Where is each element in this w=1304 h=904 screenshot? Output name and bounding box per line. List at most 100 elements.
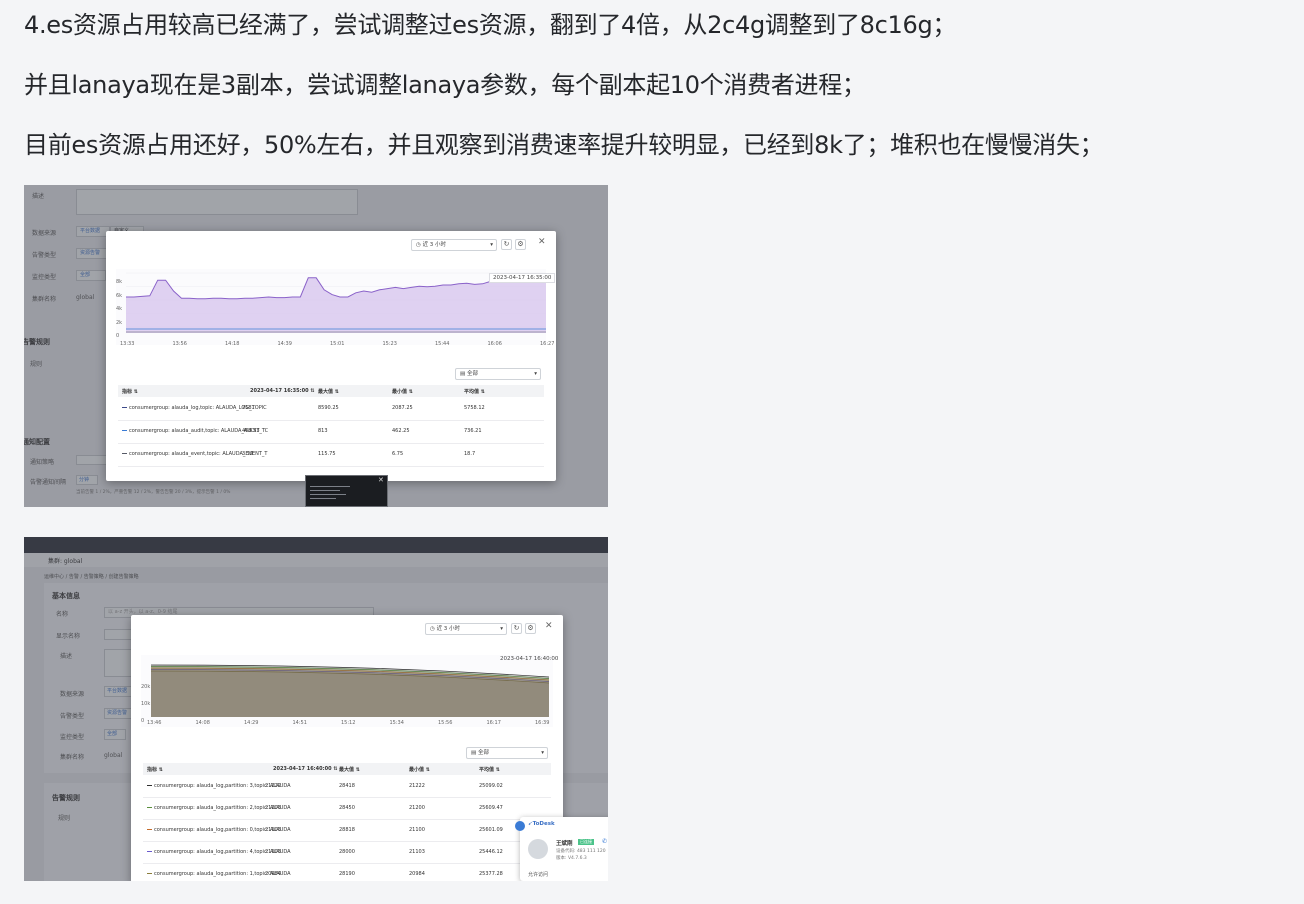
metric-detail-modal: ◷ 近 3 小时 ▾ ↻ ⚙ ✕ 2023-04-17 16:35:00 ▤ 全… [106, 231, 556, 481]
x-tick-label: 16:27 [540, 341, 555, 347]
x-tick-label: 14:29 [244, 720, 259, 726]
row-divider [143, 841, 551, 842]
y-tick-label: 2k [116, 319, 123, 326]
todesk-collapse-icon[interactable] [515, 821, 525, 831]
table-cell-value: 18.7 [464, 451, 476, 457]
paragraph-lanaya-replicas: 并且lanaya现在是3副本，尝试调整lanaya参数，每个副本起10个消费者进… [24, 71, 866, 99]
todesk-widget[interactable]: ➹ToDesk 王斌刚 已连接 ✆ 设备代码: 483 111 120 版本: … [515, 817, 608, 881]
lag-chart [141, 655, 553, 727]
column-header[interactable]: 2023-04-17 16:40:00 ⇅ [273, 766, 338, 772]
table-cell-value: 25099.02 [479, 783, 503, 789]
row-divider [143, 819, 551, 820]
legend-swatch [147, 829, 152, 830]
table-cell-value: 3.19 [242, 451, 254, 457]
filter-icon: ▤ [460, 371, 467, 377]
filter-label: 全部 [466, 371, 478, 377]
series-filter-select[interactable]: ▤ 全部 ▾ [455, 368, 541, 380]
settings-icon[interactable]: ⚙ [525, 623, 536, 634]
legend-swatch [122, 430, 127, 431]
close-icon[interactable]: ✕ [545, 621, 553, 631]
x-tick-label: 13:46 [147, 720, 162, 726]
row-divider [118, 443, 544, 444]
column-header[interactable]: 最大值 ⇅ [318, 388, 339, 395]
metric-detail-modal: ◷ 近 3 小时 ▾ ↻ ⚙ ✕ 2023-04-17 16:40:00 ▤ 全… [131, 615, 563, 881]
paragraph-es-resources: 4.es资源占用较高已经满了，尝试调整过es资源，翻到了4倍，从2c4g调整到了… [24, 11, 957, 39]
x-tick-label: 15:12 [341, 720, 356, 726]
table-cell-value: 21100 [409, 827, 425, 833]
row-divider [143, 797, 551, 798]
table-cell-value: 28818 [339, 827, 355, 833]
table-cell-value: 21222 [409, 783, 425, 789]
table-cell-value: 21103 [265, 849, 281, 855]
column-header[interactable]: 2023-04-17 16:35:00 ⇅ [250, 388, 315, 394]
refresh-icon[interactable]: ↻ [501, 239, 512, 250]
series-area-log [126, 276, 546, 333]
close-icon[interactable]: ✕ [378, 476, 384, 484]
table-cell-value: 468.53 [242, 428, 260, 434]
table-cell-value: 21103 [409, 849, 425, 855]
x-tick-label: 15:56 [438, 720, 453, 726]
legend-swatch [122, 407, 127, 408]
x-tick-label: 13:56 [172, 341, 187, 347]
filter-label: 全部 [477, 750, 489, 756]
column-header[interactable]: 最小值 ⇅ [392, 388, 413, 395]
time-range-select[interactable]: ◷ 近 3 小时 ▾ [411, 239, 497, 251]
time-range-select[interactable]: ◷ 近 3 小时 ▾ [425, 623, 507, 635]
y-tick-label: 10k [141, 701, 151, 707]
table-cell-value: 7581 [242, 405, 255, 411]
column-header[interactable]: 最小值 ⇅ [409, 766, 430, 773]
x-tick-label: 14:08 [195, 720, 210, 726]
table-cell-value: 20984 [409, 871, 425, 877]
legend-swatch [147, 785, 152, 786]
series-filter-select[interactable]: ▤ 全部 ▾ [466, 747, 548, 759]
close-icon[interactable]: ✕ [538, 237, 546, 247]
table-cell-value: 25446.12 [479, 849, 503, 855]
row-divider [118, 420, 544, 421]
rate-chart [116, 269, 547, 345]
y-tick-label: 6k [116, 292, 123, 299]
todesk-footer: 允许访问 [528, 872, 549, 878]
series-table: 指标 ⇅ 2023-04-17 16:40:00 ⇅ 最大值 ⇅ 最小值 ⇅ 平均值 ⇅… [143, 763, 551, 881]
todesk-user: 王斌刚 [556, 841, 573, 847]
legend-swatch [147, 873, 152, 874]
x-tick-label: 16:17 [486, 720, 501, 726]
x-tick-label: 14:18 [225, 341, 240, 347]
x-tick-label: 15:44 [435, 341, 450, 347]
table-cell-value: 8590.25 [318, 405, 339, 411]
table-cell-value: 28450 [339, 805, 355, 811]
column-header[interactable]: 平均值 ⇅ [464, 388, 485, 395]
table-cell-value: 5758.12 [464, 405, 485, 411]
x-tick-label: 16:39 [535, 720, 550, 726]
table-cell-value: 462.25 [392, 428, 410, 434]
x-tick-label: 13:33 [120, 341, 135, 347]
y-tick-label: 0 [116, 333, 120, 339]
table-cell-value: 2087.25 [392, 405, 413, 411]
filter-icon: ▤ [471, 750, 478, 756]
table-cell-value: 28000 [339, 849, 355, 855]
chevron-down-icon: ▾ [490, 242, 493, 248]
status-badge: 已连接 [578, 839, 594, 845]
column-header[interactable]: 指标 ⇅ [122, 388, 138, 395]
x-tick-label: 14:51 [292, 720, 307, 726]
column-header[interactable]: 最大值 ⇅ [339, 766, 360, 773]
table-cell-value: 20984 [265, 871, 281, 877]
phone-icon[interactable]: ✆ [602, 838, 607, 845]
settings-icon[interactable]: ⚙ [515, 239, 526, 250]
chevron-down-icon: ▾ [534, 371, 537, 377]
x-tick-label: 14:39 [277, 341, 292, 347]
table-cell-value: 25601.09 [479, 827, 503, 833]
terminal-thumbnail[interactable]: ✕ [305, 475, 388, 507]
y-tick-label: 8k [116, 279, 123, 285]
todesk-version: 版本: V4.7.6.3 [556, 856, 587, 861]
table-cell-value: 736.21 [464, 428, 482, 434]
column-header[interactable]: 平均值 ⇅ [479, 766, 500, 773]
y-tick-label: 4k [116, 306, 123, 312]
series-table: 指标 ⇅ 2023-04-17 16:35:00 ⇅ 最大值 ⇅ 最小值 ⇅ 平均值 ⇅… [118, 385, 544, 469]
table-cell-value: 21203 [265, 805, 281, 811]
column-header[interactable]: 指标 ⇅ [147, 766, 163, 773]
table-cell-value: 28418 [339, 783, 355, 789]
table-cell-value: 28190 [339, 871, 355, 877]
legend-swatch [122, 453, 127, 454]
refresh-icon[interactable]: ↻ [511, 623, 522, 634]
table-cell-value: 813 [318, 428, 328, 434]
